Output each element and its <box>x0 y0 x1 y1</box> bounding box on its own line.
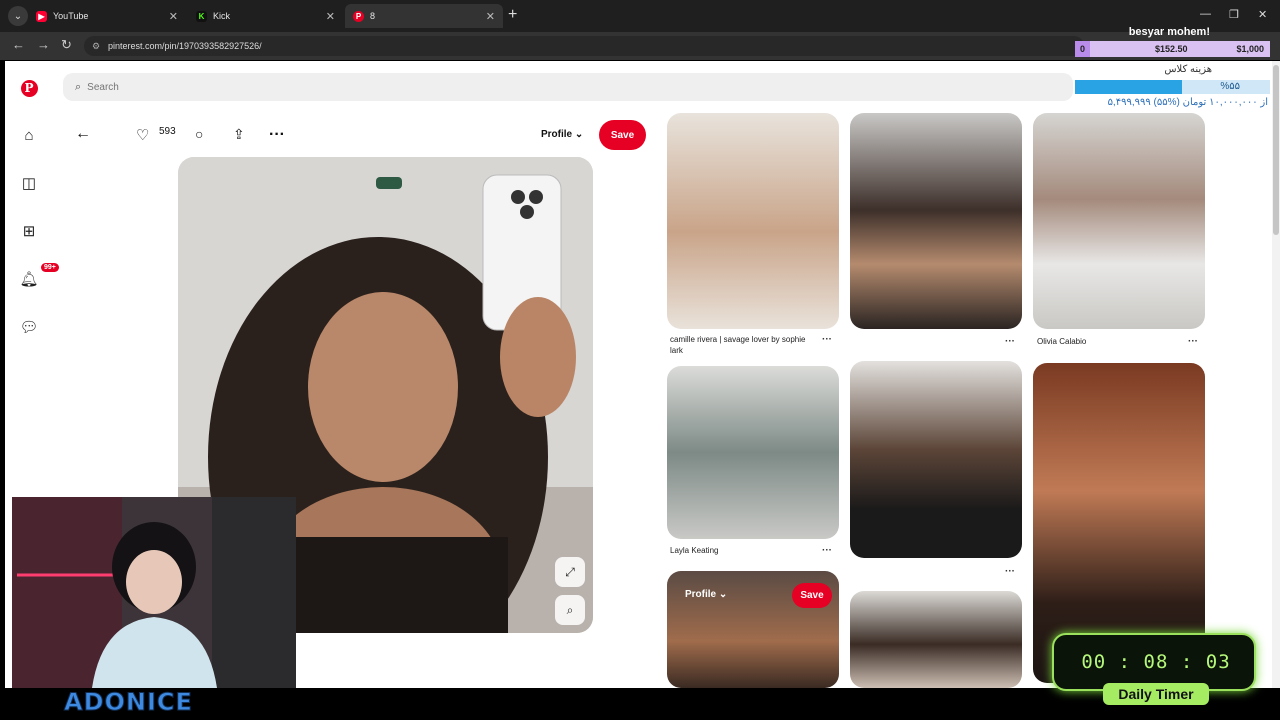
donation-current: $152.50 <box>1155 44 1188 54</box>
create-icon[interactable]: ⊞ <box>19 221 39 241</box>
overlay-board-label: Profile <box>685 589 717 600</box>
tab-search-icon[interactable]: ⌄ <box>8 6 28 26</box>
donation-bar: 0 $152.50 $1,000 <box>1075 41 1270 57</box>
timer-time: 00 : 08 : 03 <box>1081 651 1231 673</box>
pinterest-logo[interactable]: P <box>19 78 39 98</box>
close-icon[interactable]: ✕ <box>326 10 335 23</box>
explore-icon[interactable]: ◫ <box>19 173 39 193</box>
more-icon[interactable]: ··· <box>1005 336 1015 347</box>
page-scrollbar[interactable] <box>1272 61 1280 688</box>
forward-icon[interactable]: → <box>37 37 50 52</box>
kick-icon: K <box>196 10 207 22</box>
close-icon[interactable]: ✕ <box>169 10 178 23</box>
goal-title: هزینه کلاس <box>1164 64 1212 75</box>
overlay-board-select[interactable]: Profile ⌄ <box>685 589 727 600</box>
tab-label: YouTube <box>53 11 89 21</box>
grid-pin-1[interactable] <box>667 113 839 329</box>
share-icon[interactable]: ⇪ <box>233 126 245 143</box>
grid-pin-2[interactable] <box>850 113 1022 329</box>
channel-logo: ADONICE <box>64 688 193 717</box>
timer-label: Daily Timer <box>1103 683 1209 705</box>
grid-caption-3: Olivia Calabio <box>1037 337 1087 346</box>
donation-start: 0 <box>1075 41 1091 57</box>
tab-youtube[interactable]: ▶ YouTube ✕ <box>28 4 186 28</box>
webcam-overlay <box>12 497 296 688</box>
board-select[interactable]: Profile ⌄ <box>541 129 583 140</box>
donation-widget: besyar mohem! 0 $152.50 $1,000 هزینه کلا… <box>1075 26 1270 116</box>
back-icon[interactable]: ← <box>12 37 25 52</box>
donor-name: besyar mohem! <box>1128 26 1210 38</box>
notifications-badge: 99+ <box>41 263 59 272</box>
goal-amount: ۵,۴۹۹,۹۹۹ از ۱۰,۰۰۰,۰۰۰ تومان (%۵۵) <box>1107 97 1268 108</box>
tab-kick[interactable]: K Kick ✕ <box>188 4 343 28</box>
visual-search-icon[interactable]: ⌕ <box>555 595 585 625</box>
grid-pin-5[interactable] <box>850 361 1022 558</box>
new-tab-button[interactable]: + <box>508 6 517 24</box>
tab-label: Kick <box>213 11 231 21</box>
donation-goal: $1,000 <box>1236 44 1264 54</box>
search-input[interactable]: ⌕ Search <box>63 73 1073 101</box>
more-icon[interactable]: ··· <box>1005 566 1015 577</box>
minimize-icon[interactable]: — <box>1200 8 1211 20</box>
overlay-save-button[interactable]: Save <box>792 583 832 608</box>
board-label: Profile <box>541 129 573 140</box>
close-window-icon[interactable]: ✕ <box>1258 8 1267 21</box>
daily-timer: 00 : 08 : 03 Daily Timer <box>1052 633 1256 705</box>
grid-pin-4[interactable] <box>667 366 839 539</box>
grid-pin-3[interactable] <box>1033 113 1205 329</box>
site-info-icon[interactable]: ⚙ <box>92 41 100 52</box>
heart-icon[interactable]: ♡ <box>136 126 149 144</box>
tab-label: 8 <box>370 11 376 21</box>
goal-percent: %۵۵ <box>1220 81 1240 92</box>
goal-progress-fill <box>1075 80 1183 94</box>
url-bar[interactable]: ⚙ pinterest.com/pin/1970393582927526/ <box>84 36 1084 56</box>
expand-icon[interactable]: ⤢ <box>555 557 585 587</box>
like-count: 593 <box>159 126 176 137</box>
more-icon[interactable]: ··· <box>1188 336 1198 347</box>
pinterest-icon: P <box>353 10 364 22</box>
reload-icon[interactable]: ↻ <box>61 37 72 53</box>
messages-icon[interactable]: 💬︎ <box>19 317 39 337</box>
tab-pinterest[interactable]: P 8 ✕ <box>345 4 503 28</box>
grid-pin-8[interactable] <box>850 591 1022 688</box>
comment-icon[interactable]: ○ <box>195 126 203 142</box>
notifications-icon[interactable]: 🔔︎ 99+ <box>19 263 59 289</box>
search-icon: ⌕ <box>75 80 82 93</box>
more-icon[interactable]: ··· <box>269 126 285 144</box>
youtube-icon: ▶ <box>36 10 47 22</box>
url-text: pinterest.com/pin/1970393582927526/ <box>108 41 262 51</box>
grid-caption-1: camille rivera | savage lover by sophie … <box>670 335 806 355</box>
close-icon[interactable]: ✕ <box>486 10 495 23</box>
more-icon[interactable]: ··· <box>822 545 832 556</box>
back-arrow-icon[interactable]: ← <box>75 125 91 143</box>
grid-caption-4: Layla Keating <box>670 546 719 555</box>
scroll-thumb[interactable] <box>1273 65 1279 235</box>
home-icon[interactable]: ⌂ <box>19 125 39 145</box>
save-button[interactable]: Save <box>599 120 646 150</box>
goal-progress-bar: %۵۵ <box>1075 80 1270 94</box>
more-icon[interactable]: ··· <box>822 334 832 345</box>
restore-icon[interactable]: ❐ <box>1229 8 1239 21</box>
search-placeholder: Search <box>87 81 119 93</box>
webcam-feed <box>12 497 296 688</box>
